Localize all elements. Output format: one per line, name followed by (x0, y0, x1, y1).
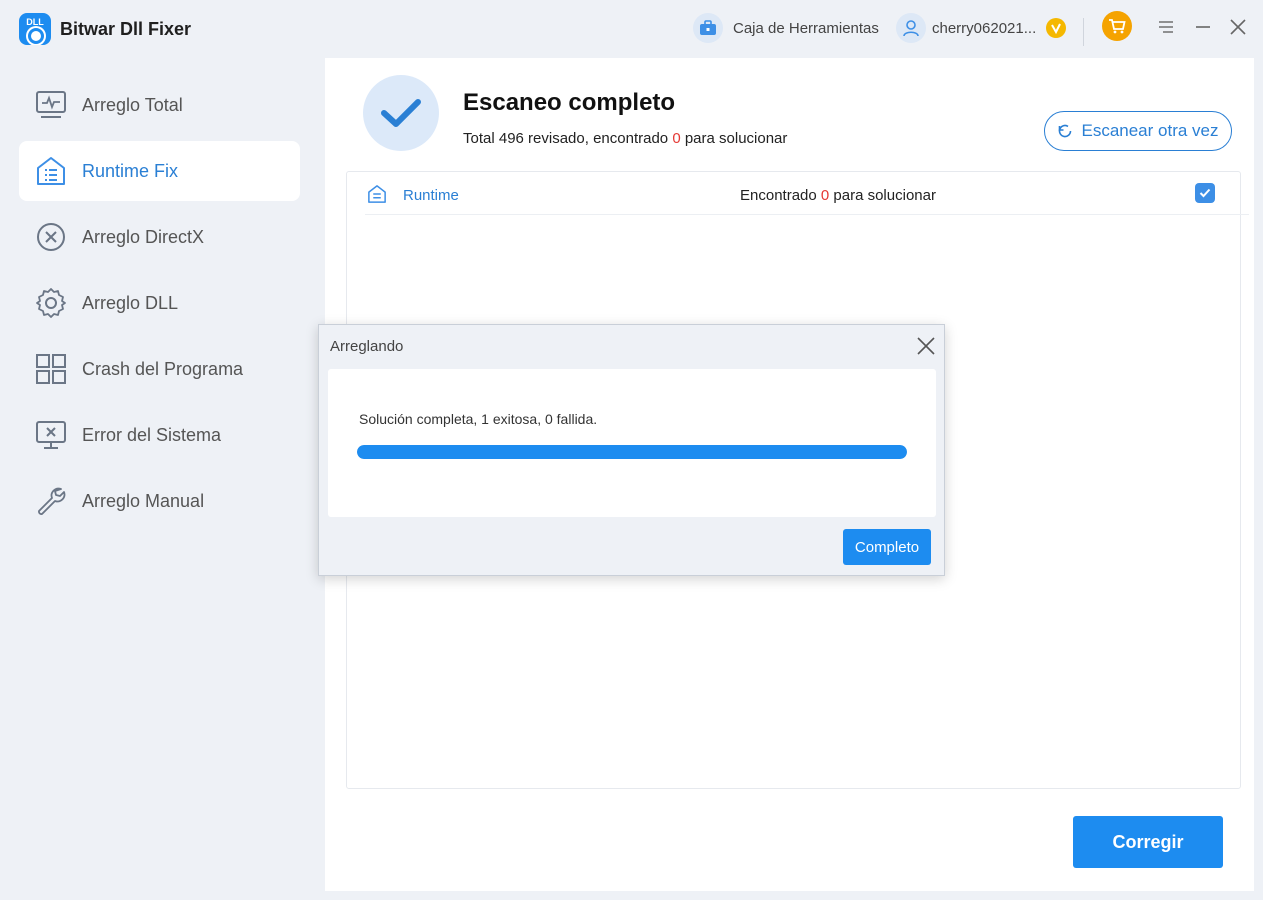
app-logo-icon: DLL (19, 13, 51, 45)
dialog-body: Solución completa, 1 exitosa, 0 fallida. (328, 369, 936, 517)
x-circle-icon (37, 223, 65, 251)
close-window-button[interactable] (1227, 16, 1249, 38)
wrench-icon (38, 487, 66, 515)
gear-icon (36, 288, 66, 318)
rescan-label: Escanear otra vez (1081, 121, 1219, 140)
complete-button[interactable]: Completo (843, 529, 931, 565)
fix-button[interactable]: Corregir (1073, 816, 1223, 868)
sidebar-item-error-del-sistema[interactable]: Error del Sistema (19, 405, 300, 465)
sidebar-item-label: Crash del Programa (82, 359, 244, 379)
sidebar-item-arreglo-manual[interactable]: Arreglo Manual (19, 471, 300, 531)
dialog-message: Solución completa, 1 exitosa, 0 fallida. (359, 411, 598, 427)
user-account[interactable]: cherry062021... (896, 13, 1067, 43)
sidebar-item-label: Arreglo Total (82, 95, 183, 115)
sidebar-item-arreglo-directx[interactable]: Arreglo DirectX (19, 207, 300, 267)
minimize-button[interactable] (1192, 16, 1214, 38)
dialog-close-icon[interactable] (915, 335, 937, 357)
progress-bar (357, 445, 907, 459)
app-title: Bitwar Dll Fixer (60, 19, 192, 39)
toolbox-icon (693, 13, 723, 43)
toolbar-divider (1083, 18, 1084, 46)
username: cherry062021... (932, 19, 1037, 37)
cart-icon (1109, 19, 1126, 34)
app-logo-text: DLL (26, 17, 44, 27)
close-icon (1230, 19, 1246, 35)
found-count: 0 (672, 130, 681, 147)
sidebar-item-crash-del-programa[interactable]: Crash del Programa (19, 339, 300, 399)
title-bar: DLL Bitwar Dll Fixer Caja de Herramienta… (0, 0, 1263, 58)
runtime-icon (368, 185, 386, 203)
minimize-icon (1196, 26, 1210, 28)
scan-summary: Total 496 revisado, encontrado 0 para so… (463, 130, 788, 147)
monitor-x-icon (36, 421, 66, 449)
grid-icon (36, 354, 66, 384)
rescan-button[interactable]: Escanear otra vez (1044, 111, 1232, 151)
menu-icon (1159, 21, 1173, 33)
runtime-icon (37, 157, 65, 185)
result-row: Runtime Encontrado 0 para solucionar (365, 172, 1249, 215)
menu-button[interactable] (1155, 16, 1177, 38)
toolbox-button[interactable]: Caja de Herramientas (693, 13, 879, 43)
sidebar-item-arreglo-total[interactable]: Arreglo Total (19, 75, 300, 135)
toolbox-label: Caja de Herramientas (733, 19, 879, 37)
progress-fill (357, 445, 907, 459)
refresh-icon (1059, 124, 1072, 138)
user-icon (896, 13, 926, 43)
sidebar-item-label: Runtime Fix (82, 161, 179, 181)
sidebar-item-label: Error del Sistema (82, 425, 222, 445)
result-checkbox[interactable] (1195, 183, 1215, 203)
sidebar-item-label: Arreglo DLL (82, 293, 179, 313)
sidebar-item-arreglo-dll[interactable]: Arreglo DLL (19, 273, 300, 333)
sidebar: Arreglo Total Runtime Fix Arreglo Direct… (8, 58, 325, 891)
sidebar-item-label: Arreglo DirectX (82, 227, 205, 247)
sidebar-item-runtime-fix[interactable]: Runtime Fix (19, 141, 300, 201)
scan-title: Escaneo completo (463, 89, 676, 116)
result-status: Encontrado 0 para solucionar (740, 187, 936, 204)
monitor-pulse-icon (36, 91, 66, 118)
sidebar-item-label: Arreglo Manual (82, 491, 205, 511)
scan-complete-icon (363, 75, 439, 151)
cart-button[interactable] (1102, 11, 1132, 41)
dialog-title: Arreglando (330, 338, 404, 355)
vip-badge-icon (1046, 18, 1067, 38)
result-name: Runtime (403, 187, 459, 204)
fixing-dialog: Arreglando Solución completa, 1 exitosa,… (318, 324, 945, 576)
